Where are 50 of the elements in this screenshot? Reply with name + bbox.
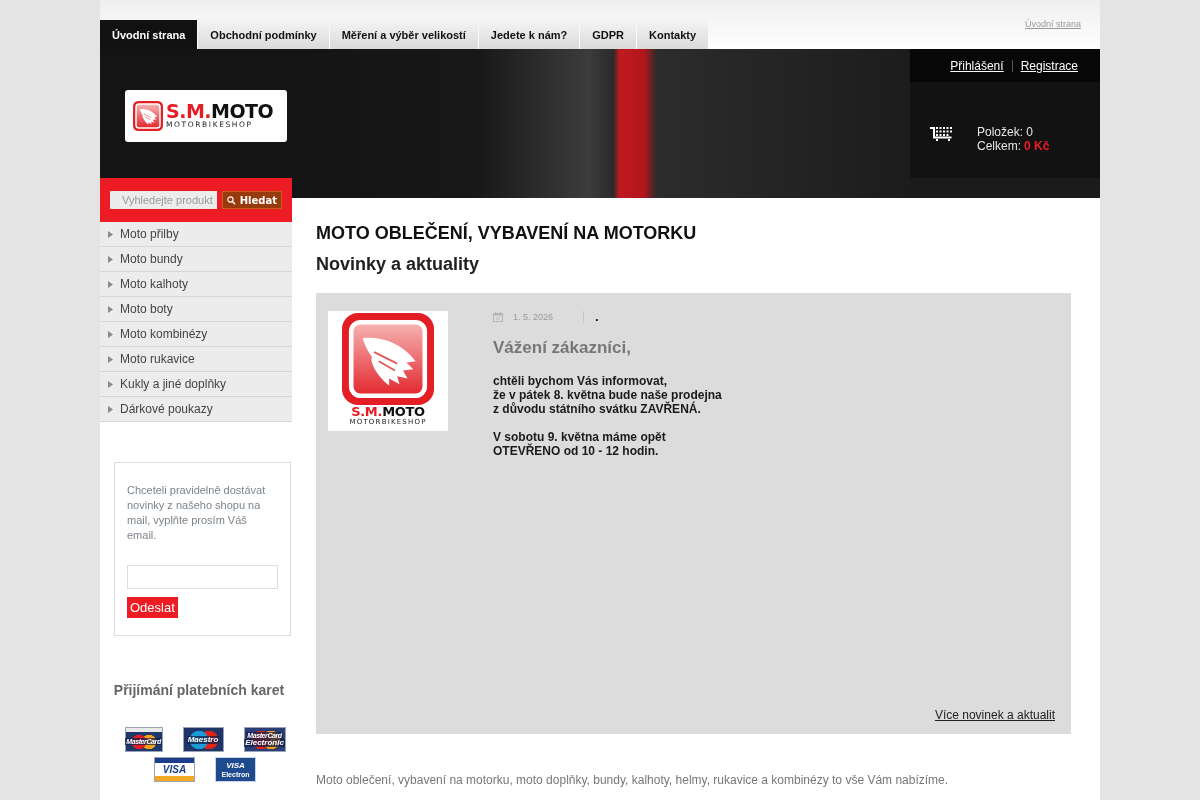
category-link[interactable]: Moto kombinézy — [100, 322, 292, 347]
nav-tab[interactable]: Měření a výběr velikostí — [329, 20, 478, 49]
news-text: chtěli bychom Vás informovat, že v pátek 8. května bude naše prodejna z důvodu státního svátku ZAVŘENÁ. — [493, 374, 722, 416]
nav-tab[interactable]: Úvodní strana — [100, 20, 198, 49]
triangle-icon — [108, 405, 113, 413]
cart-total: 0 Kč — [1024, 139, 1050, 153]
calendar-icon — [493, 312, 503, 322]
triangle-icon — [108, 305, 113, 313]
news-text: V sobotu 9. května máme opět OTEVŘENO od 10 - 12 hodin. — [493, 430, 667, 458]
logo-wordmark: S.M.MOTO — [166, 102, 274, 120]
triangle-icon — [108, 355, 113, 363]
search-icon — [227, 194, 236, 206]
triangle-icon — [108, 255, 113, 263]
category-link[interactable]: Dárkové poukazy — [100, 397, 292, 422]
triangle-icon — [108, 280, 113, 288]
search-button[interactable]: Hledat — [222, 191, 282, 209]
wing-icon — [133, 101, 163, 131]
cart-total-label: Celkem: — [977, 139, 1021, 153]
nav-tab[interactable]: Kontakty — [637, 20, 709, 49]
logo-wordmark: S.M.MOTO — [351, 405, 425, 418]
category-link[interactable]: Moto bundy — [100, 247, 292, 272]
section-heading: Novinky a aktuality — [316, 253, 481, 275]
account-link[interactable]: Přihlášení — [950, 58, 1004, 73]
newsletter-text: Chceteli pravidelně dostávat novinky z našeho shopu na mail, vyplňte prosím Váš email. — [127, 483, 267, 543]
nav-tab[interactable]: Obchodní podmínky — [198, 20, 329, 49]
triangle-icon — [108, 330, 113, 338]
submit-button[interactable]: Odeslat — [127, 597, 178, 618]
nav-tab[interactable]: GDPR — [580, 20, 637, 49]
news-heading: Vážení zákazníci, — [493, 338, 632, 358]
page-title: MOTO OBLEČENÍ, VYBAVENÍ NA MOTORKU — [316, 222, 698, 244]
more-news-link[interactable]: Více novinek a aktualit — [934, 708, 1055, 722]
news-date: 1. 5. 2026 — [513, 312, 554, 322]
category-link[interactable]: Kukly a jiné doplňky — [100, 372, 292, 397]
triangle-icon — [108, 380, 113, 388]
triangle-icon — [108, 230, 113, 238]
card-logo: Maestro — [182, 727, 224, 752]
cart-icon — [930, 127, 952, 141]
card-logo: VISA — [154, 757, 195, 782]
category-link[interactable]: Moto přilby — [100, 222, 292, 247]
cart-count: Položek: 0 — [977, 125, 1035, 139]
category-link[interactable]: Moto rukavice — [100, 347, 292, 372]
payment-heading: Přijímání platebních karet — [112, 682, 286, 698]
account-link[interactable]: Registrace — [1020, 58, 1078, 73]
news-author: . — [595, 311, 599, 323]
search-field[interactable]: Vyhledejte produkt — [110, 191, 217, 209]
category-link[interactable]: Moto kalhoty — [100, 272, 292, 297]
category-link[interactable]: Moto boty — [100, 297, 292, 322]
footer-text: Moto oblečení, vybavení na motorku, moto doplňky, bundy, kalhoty, helmy, rukavice a kombinézy to vše Vám nabízíme. — [316, 773, 950, 787]
nav-tab[interactable]: Jedete k nám? — [478, 20, 580, 49]
email-field[interactable] — [127, 565, 278, 589]
